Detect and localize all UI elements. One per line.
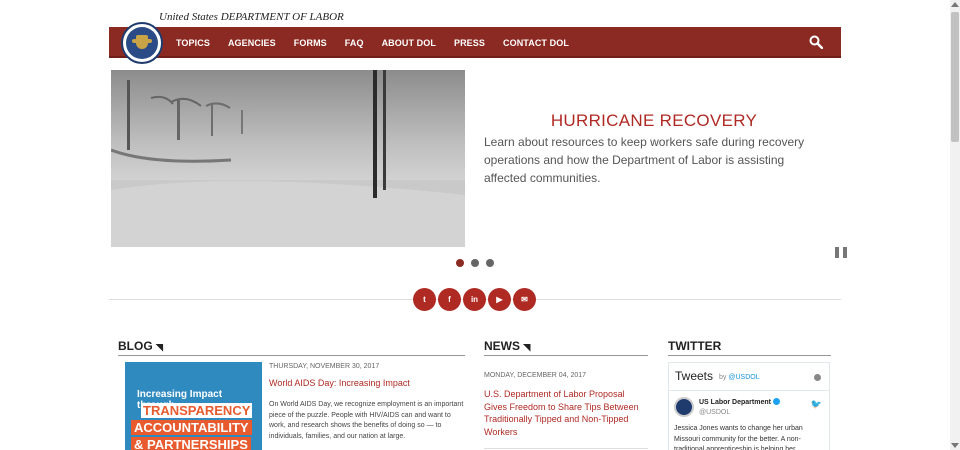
tweets-by: by @USDOL bbox=[719, 374, 760, 381]
tweet-account-name[interactable]: US Labor Department bbox=[699, 398, 780, 406]
tweets-title: Tweets bbox=[675, 369, 714, 383]
slide-dot-1[interactable] bbox=[456, 259, 464, 267]
verified-icon bbox=[772, 398, 780, 405]
twitter-timeline-widget: Tweets by @USDOL US Labor Department @US… bbox=[668, 362, 830, 450]
slide-dot-3[interactable] bbox=[486, 259, 494, 267]
news-date: MONDAY, DECEMBER 04, 2017 bbox=[484, 372, 587, 379]
blog-excerpt: On World AIDS Day, we recognize employme… bbox=[269, 401, 464, 440]
nav-item-contact-dol[interactable]: CONTACT DOL bbox=[503, 38, 569, 48]
scroll-up-arrow[interactable] bbox=[951, 2, 959, 7]
tweets-by-label: by bbox=[719, 374, 727, 381]
slide-indicators bbox=[456, 259, 501, 267]
pause-bar-right bbox=[843, 247, 847, 258]
blog-image-text-4: & PARTNERSHIPS bbox=[131, 437, 251, 450]
slide-dot-2[interactable] bbox=[471, 259, 479, 267]
tweet-account-handle[interactable]: @USDOL bbox=[699, 409, 730, 416]
pause-bar-left bbox=[835, 247, 839, 258]
linkedin-icon[interactable]: in bbox=[463, 288, 486, 311]
avatar[interactable] bbox=[674, 397, 694, 417]
page-scrollbar[interactable] bbox=[950, 0, 960, 450]
news-rule bbox=[484, 355, 648, 356]
nav-menu: TOPICS AGENCIES FORMS FAQ ABOUT DOL PRES… bbox=[176, 27, 587, 58]
scroll-thumb[interactable] bbox=[951, 12, 959, 142]
hero-description: Learn about resources to keep workers sa… bbox=[484, 135, 805, 185]
blog-image[interactable]: Increasing Impact through TRANSPARENCY A… bbox=[125, 362, 262, 450]
agency-line: United States DEPARTMENT OF LABOR bbox=[159, 11, 344, 23]
tweet-account-name-label: US Labor Department bbox=[699, 399, 771, 406]
tweets-by-handle[interactable]: @USDOL bbox=[728, 374, 759, 381]
news-heading-label: NEWS bbox=[484, 339, 520, 353]
email-icon[interactable]: ✉ bbox=[513, 288, 536, 311]
scroll-down-arrow[interactable] bbox=[951, 443, 959, 448]
nav-item-agencies[interactable]: AGENCIES bbox=[228, 38, 276, 48]
nav-item-forms[interactable]: FORMS bbox=[294, 38, 327, 48]
blog-post-link[interactable]: World AIDS Day: Increasing Impact bbox=[269, 378, 410, 388]
nav-item-faq[interactable]: FAQ bbox=[345, 38, 364, 48]
facebook-icon[interactable]: f bbox=[438, 288, 461, 311]
nav-item-press[interactable]: PRESS bbox=[454, 38, 485, 48]
rss-icon: ◥ bbox=[523, 342, 531, 352]
pause-slideshow-button[interactable] bbox=[835, 247, 847, 259]
hero-title[interactable]: HURRICANE RECOVERY bbox=[484, 111, 824, 131]
blog-date: THURSDAY, NOVEMBER 30, 2017 bbox=[269, 363, 380, 370]
blog-image-text-3: ACCOUNTABILITY bbox=[131, 420, 252, 435]
hero-image[interactable] bbox=[111, 70, 465, 247]
dol-seal-logo[interactable] bbox=[121, 22, 163, 64]
news-item-divider bbox=[484, 448, 648, 449]
tweet-text: Jessica Jones wants to change her urban … bbox=[674, 425, 803, 450]
news-article-link[interactable]: U.S. Department of Labor Proposal Gives … bbox=[484, 388, 648, 438]
social-links: t f in ▶ ✉ bbox=[413, 288, 538, 311]
search-icon[interactable] bbox=[809, 35, 823, 49]
twitter-rule bbox=[668, 355, 831, 356]
blog-rule bbox=[118, 355, 465, 356]
blog-image-text-2: TRANSPARENCY bbox=[141, 403, 253, 418]
rss-icon: ◥ bbox=[156, 342, 163, 352]
twitter-bird-icon[interactable]: 🐦 bbox=[811, 399, 822, 410]
nav-item-about-dol[interactable]: ABOUT DOL bbox=[382, 38, 436, 48]
twitter-heading: TWITTER bbox=[668, 339, 722, 353]
youtube-icon[interactable]: ▶ bbox=[488, 288, 511, 311]
tweet-separator bbox=[669, 390, 829, 391]
blog-heading-label: BLOG bbox=[118, 339, 153, 353]
twitter-icon[interactable]: t bbox=[413, 288, 436, 311]
main-navbar: TOPICS AGENCIES FORMS FAQ ABOUT DOL PRES… bbox=[109, 22, 841, 64]
news-heading[interactable]: NEWS ◥ bbox=[484, 339, 530, 353]
info-icon[interactable] bbox=[814, 374, 821, 381]
nav-item-topics[interactable]: TOPICS bbox=[176, 38, 210, 48]
blog-heading[interactable]: BLOG ◥ bbox=[118, 339, 163, 353]
